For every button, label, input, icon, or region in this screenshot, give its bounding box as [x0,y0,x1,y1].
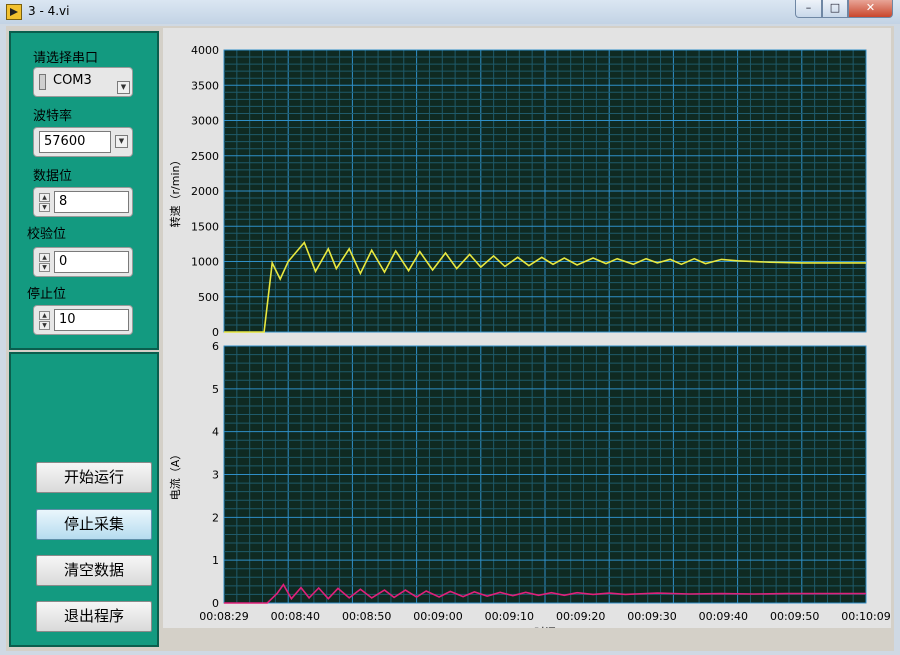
y-tick-label: 4 [212,426,219,439]
y-tick-label: 1 [212,554,219,567]
window-title: 3 - 4.vi [28,4,70,18]
parity-value[interactable]: 0 [54,251,129,273]
y-tick-label: 0 [212,326,219,339]
io-icon [39,74,46,90]
x-axis-label: 时间 [534,626,556,628]
action-panel: 开始运行 停止采集 清空数据 退出程序 [9,352,159,647]
y-tick-label: 5 [212,383,219,396]
close-button[interactable]: ✕ [848,0,893,18]
current-chart: 0 1 2 3 4 5 6 电流（A） 00:08:29 00:08:40 00:08:50 00:0… [168,340,891,639]
y-tick-label: 2 [212,511,219,524]
databits-control[interactable]: ▲ ▼ 8 [33,187,133,217]
databits-value[interactable]: 8 [54,191,129,213]
maximize-button[interactable]: □ [822,0,848,18]
y-tick-label: 1500 [191,220,219,233]
stopbits-control[interactable]: ▲ ▼ 10 [33,305,133,335]
databits-label: 数据位 [33,169,73,184]
parity-control[interactable]: ▲ ▼ 0 [33,247,133,277]
front-panel: 请选择串口 COM3 ▼ 波特率 57600 ▼ 数据位 ▲ ▼ 8 校验位 ▲… [6,26,894,651]
y-tick-label: 500 [198,291,219,304]
charts-svg: 0 500 1000 1500 2000 2500 3000 3500 4000 转速（r/min… [168,44,891,639]
exit-program-button[interactable]: 退出程序 [36,601,152,632]
minimize-button[interactable]: – [795,0,822,18]
port-select[interactable]: COM3 ▼ [33,67,133,97]
x-tick-label: 00:10:09 [841,610,890,623]
port-label: 请选择串口 [33,51,99,66]
parity-label: 校验位 [27,227,67,242]
x-tick-label: 00:09:50 [770,610,819,623]
decrement-icon[interactable]: ▼ [39,203,50,212]
y-tick-label: 2500 [191,150,219,163]
baud-label: 波特率 [33,109,73,124]
start-run-button[interactable]: 开始运行 [36,462,152,493]
y-tick-label: 3 [212,469,219,482]
decrement-icon[interactable]: ▼ [39,321,50,330]
x-tick-label: 00:08:50 [342,610,391,623]
y-tick-label: 3000 [191,115,219,128]
x-tick-label: 00:08:29 [199,610,248,623]
baud-select[interactable]: 57600 ▼ [33,127,133,157]
y-tick-label: 4000 [191,44,219,57]
x-tick-label: 00:08:40 [271,610,320,623]
x-tick-label: 00:09:30 [627,610,676,623]
waveform-charts-panel: 0 500 1000 1500 2000 2500 3000 3500 4000 转速（r/min… [163,28,891,639]
chevron-down-icon[interactable]: ▼ [115,135,128,148]
x-tick-label: 00:09:10 [485,610,534,623]
clear-data-button[interactable]: 清空数据 [36,555,152,586]
speed-axis-label: 转速（r/min） [168,155,182,228]
decrement-icon[interactable]: ▼ [39,263,50,272]
chevron-down-icon[interactable]: ▼ [117,81,130,94]
current-axis-label: 电流（A） [168,449,182,501]
increment-icon[interactable]: ▲ [39,253,50,262]
y-tick-label: 1000 [191,256,219,269]
y-tick-label: 6 [212,340,219,353]
speed-chart: 0 500 1000 1500 2000 2500 3000 3500 4000 转速（r/min… [168,44,867,339]
stopbits-value[interactable]: 10 [54,309,129,331]
y-tick-label: 3500 [191,79,219,92]
serial-config-panel: 请选择串口 COM3 ▼ 波特率 57600 ▼ 数据位 ▲ ▼ 8 校验位 ▲… [9,31,159,350]
baud-value: 57600 [39,131,111,153]
title-bar: 3 - 4.vi – □ ✕ [0,0,900,24]
x-tick-label: 00:09:20 [556,610,605,623]
port-value: COM3 [53,73,92,88]
increment-icon[interactable]: ▲ [39,193,50,202]
y-tick-label: 0 [212,597,219,610]
x-tick-label: 00:09:40 [699,610,748,623]
x-tick-label: 00:09:00 [413,610,462,623]
stop-acquisition-button[interactable]: 停止采集 [36,509,152,540]
increment-icon[interactable]: ▲ [39,311,50,320]
stopbits-label: 停止位 [27,287,67,302]
y-tick-label: 2000 [191,185,219,198]
labview-icon [6,4,22,20]
